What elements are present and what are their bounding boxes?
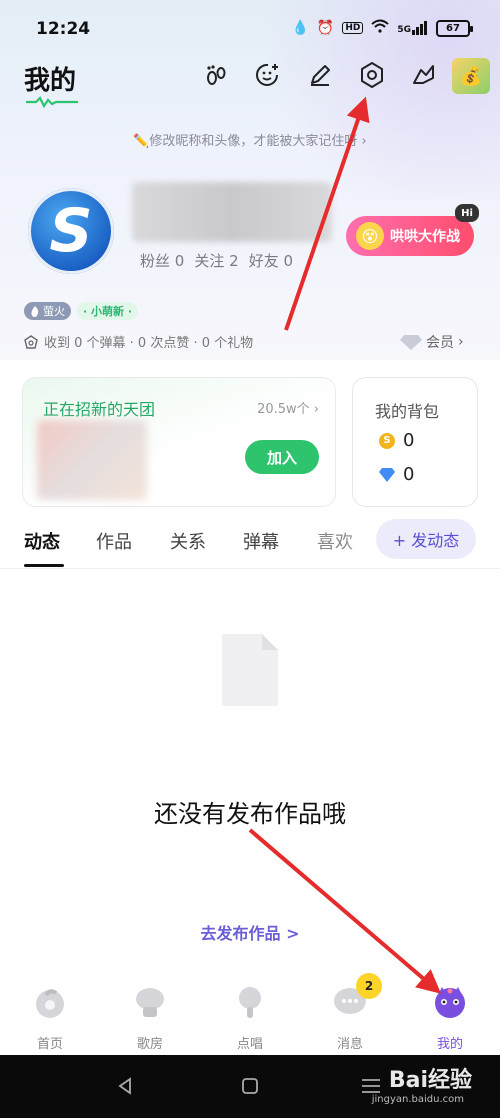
gold-coin-avatar-icon[interactable]: 💰 — [452, 58, 490, 94]
tag-new[interactable]: · 小萌新 · — [77, 302, 139, 320]
arrow-to-mine-tab — [248, 828, 442, 994]
follow-label: 关注 — [194, 252, 225, 270]
share-icon[interactable] — [398, 57, 450, 93]
nav-item-mine[interactable]: 我的 — [400, 985, 500, 1052]
nav-item-messages[interactable]: 消息 — [300, 985, 400, 1052]
home-icon — [36, 989, 64, 1018]
follow-count: 2 — [229, 252, 239, 270]
mine-mascot-icon — [435, 987, 465, 1018]
diamond-row: 0 — [379, 464, 414, 485]
karaoke-room-icon — [136, 988, 164, 1017]
tabs-divider — [0, 568, 500, 569]
hd-icon: HD — [342, 22, 364, 34]
baidu-watermark-url: jingyan.baidu.com — [371, 1094, 464, 1105]
tag-fire-label: 萤火 — [43, 305, 65, 318]
tab-dynamics[interactable]: 动态 — [24, 528, 60, 554]
empty-state-text: 还没有发布作品哦 — [154, 800, 346, 828]
empty-document-icon — [222, 634, 278, 706]
wifi-icon — [371, 19, 390, 37]
fans-stat[interactable]: 粉丝 0 — [140, 250, 184, 271]
edit-profile-hint[interactable]: ✏️修改昵称和头像，才能被大家记住呀 › — [0, 130, 500, 149]
bottom-nav: 首页 歌房 点唱 消息 我的 — [0, 975, 500, 1055]
chevron-right-icon: › — [458, 334, 464, 350]
fans-label: 粉丝 — [140, 252, 171, 270]
nav-item-sing[interactable]: 点唱 — [200, 985, 300, 1052]
status-time: 12:24 — [36, 19, 91, 39]
status-bar: 12:24 💧 ⏰ HD 5G 67 — [0, 0, 500, 60]
diamond-member-icon — [400, 335, 422, 350]
username-blurred — [132, 182, 332, 242]
avatar[interactable]: S — [28, 188, 114, 274]
team-card-title: 正在招新的天团 — [43, 400, 156, 419]
received-icon — [24, 334, 38, 349]
team-image-blurred — [37, 420, 147, 500]
event-label: 哄哄大作战 — [390, 229, 460, 245]
coin-row: S 0 — [379, 430, 414, 451]
profile-tags: 萤火 · 小萌新 · — [24, 302, 139, 320]
event-emoji-icon: 😵 — [356, 222, 384, 250]
coin-icon: S — [379, 432, 395, 449]
baidu-watermark: Bai经验 — [388, 1068, 472, 1093]
nav-item-karaoke-room[interactable]: 歌房 — [100, 985, 200, 1052]
active-tab-indicator — [24, 564, 64, 567]
drop-icon: 💧 — [291, 20, 309, 36]
tab-likes[interactable]: 喜欢 — [317, 528, 353, 554]
bag-card[interactable]: 我的背包 S 0 0 — [352, 377, 478, 507]
emoji-add-icon[interactable] — [242, 57, 294, 93]
team-card-count[interactable]: 20.5w个 › — [257, 398, 319, 417]
page-title: 我的 — [24, 66, 77, 96]
publish-works-link[interactable]: 去发布作品 > — [0, 920, 500, 944]
nav-label-messages: 消息 — [336, 1037, 363, 1052]
footprint-icon[interactable] — [190, 57, 242, 93]
event-button[interactable]: 😵 哄哄大作战 — [346, 216, 474, 256]
received-text: 收到 0 个弹幕 · 0 次点赞 · 0 个礼物 — [44, 336, 254, 351]
settings-icon[interactable] — [346, 57, 398, 93]
header-toolbar — [190, 57, 450, 93]
profile-stats: 粉丝 0 关注 2 好友 0 — [140, 250, 293, 271]
friends-label: 好友 — [248, 252, 279, 270]
tab-works[interactable]: 作品 — [96, 528, 132, 554]
nav-label-sing: 点唱 — [236, 1037, 263, 1052]
bag-card-title: 我的背包 — [375, 402, 440, 421]
battery-icon: 67 — [436, 19, 473, 37]
microphone-icon — [239, 987, 261, 1018]
join-button[interactable]: 加入 — [245, 440, 319, 474]
diamond-icon — [379, 467, 395, 482]
tab-relations[interactable]: 关系 — [170, 528, 206, 554]
home-square-icon[interactable] — [241, 1077, 259, 1095]
tab-danmaku[interactable]: 弹幕 — [243, 528, 279, 554]
status-icons: 💧 ⏰ HD 5G 67 — [291, 19, 473, 37]
tag-fire[interactable]: 萤火 — [24, 302, 71, 320]
follow-stat[interactable]: 关注 2 — [194, 250, 238, 271]
title-wave-decoration — [26, 96, 78, 108]
edit-icon[interactable] — [294, 57, 346, 93]
message-badge: 2 — [356, 973, 382, 999]
nav-label-home: 首页 — [36, 1037, 63, 1052]
recents-icon[interactable] — [360, 1077, 382, 1095]
member-link[interactable]: 会员 › — [400, 332, 464, 352]
back-icon[interactable] — [116, 1077, 134, 1095]
signal-icon: 5G — [397, 21, 428, 35]
nav-label-mine: 我的 — [436, 1037, 463, 1052]
signal-label: 5G — [397, 25, 411, 35]
nav-label-karaoke-room: 歌房 — [136, 1037, 163, 1052]
diamond-count: 0 — [403, 464, 415, 485]
fans-count: 0 — [174, 252, 185, 270]
received-summary: 收到 0 个弹幕 · 0 次点赞 · 0 个礼物 — [24, 332, 253, 351]
fire-icon — [31, 305, 39, 317]
friends-count: 0 — [283, 252, 294, 270]
member-label: 会员 — [426, 335, 454, 351]
hi-badge: Hi — [455, 204, 479, 222]
alarm-icon: ⏰ — [316, 20, 335, 36]
team-card[interactable]: 正在招新的天团 20.5w个 › 加入 — [22, 377, 336, 507]
nav-item-home[interactable]: 首页 — [0, 985, 100, 1052]
friends-stat[interactable]: 好友 0 — [249, 250, 293, 271]
post-dynamic-button[interactable]: + 发动态 — [376, 519, 476, 559]
coin-count: 0 — [403, 430, 415, 451]
